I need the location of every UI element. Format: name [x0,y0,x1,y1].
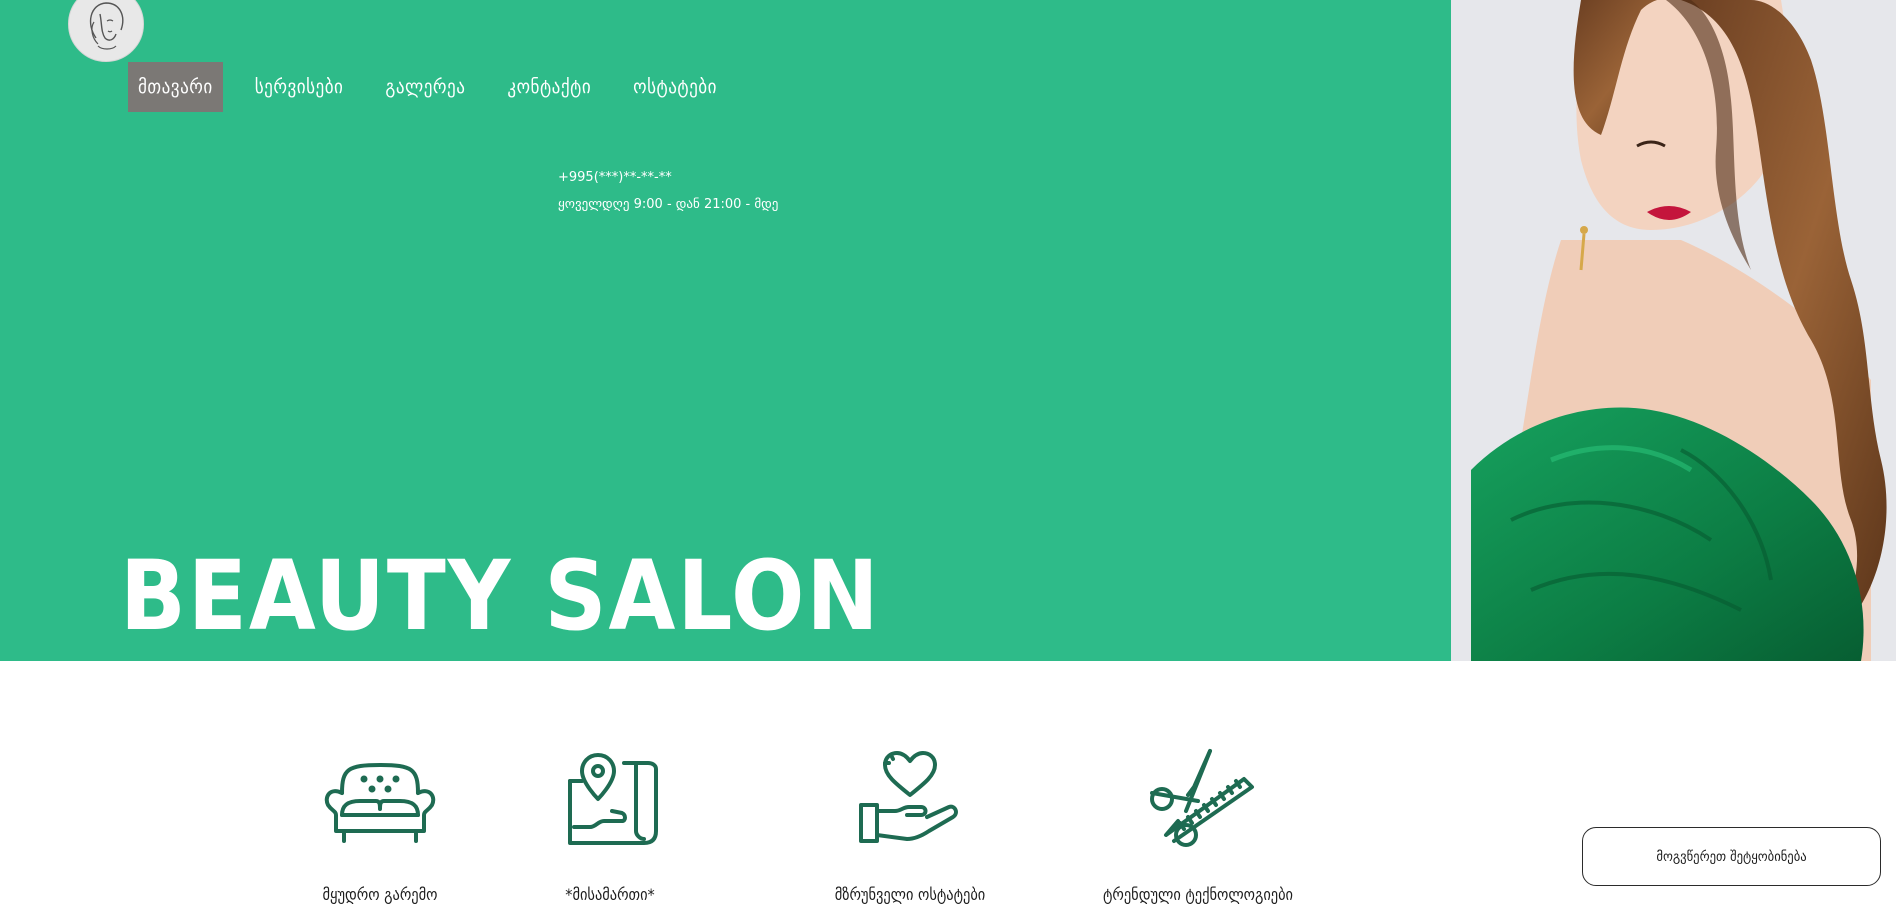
nav-item-home[interactable]: მთავარი [128,62,223,112]
main-nav: მთავარი სერვისები გალერეა კონტაქტი ოსტატ… [128,62,749,112]
feature-address: *მისამართი* [490,747,730,904]
feature-caring-masters: მზრუნველი ოსტატები [790,747,1030,904]
nav-item-contact[interactable]: კონტაქტი [497,62,601,112]
feature-label: მყუდრო გარემო [322,885,438,904]
scissors-comb-icon [1150,749,1254,847]
phone-number: +995(***)**-**-** [558,170,672,185]
hand-heart-icon [859,751,958,843]
sofa-icon [324,763,436,843]
logo[interactable] [68,0,144,62]
hero-section: მთავარი სერვისები გალერეა კონტაქტი ოსტატ… [0,0,1451,661]
hero-photo [1451,0,1896,661]
nav-item-masters[interactable]: ოსტატები [623,62,727,112]
map-pin-icon [568,753,658,845]
nav-item-gallery[interactable]: გალერეა [375,62,475,112]
contact-info: +995(***)**-**-** ყოველდღე 9:00 - დან 21… [558,164,778,218]
nav-item-services[interactable]: სერვისები [245,62,354,112]
woman-face-icon [89,2,124,50]
send-message-button[interactable]: მოგვწერეთ შეტყობინება [1582,827,1881,886]
working-hours: ყოველდღე 9:00 - დან 21:00 - მდე [558,197,779,212]
feature-label: ტრენდული ტექნოლოგიები [1102,885,1293,904]
feature-cozy-environment: მყუდრო გარემო [260,747,500,904]
hero-title: BEAUTY SALON [120,540,881,652]
feature-label: მზრუნველი ოსტატები [834,885,986,904]
feature-label: *მისამართი* [565,885,655,904]
model-photo-illustration [1451,0,1896,661]
feature-trendy-tech: ტრენდული ტექნოლოგიები [1078,747,1318,904]
